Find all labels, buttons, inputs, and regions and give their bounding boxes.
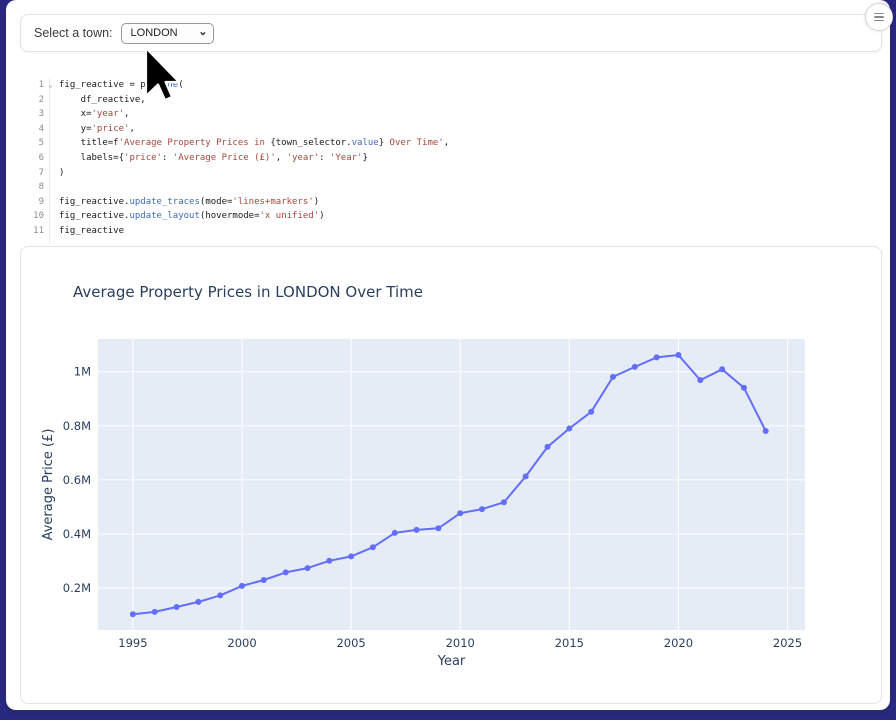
data-point-marker[interactable] <box>261 577 267 583</box>
code-line[interactable]: y='price', <box>59 122 449 137</box>
data-point-marker[interactable] <box>130 611 136 617</box>
chart-output-cell: 1995 2000 2005 2010 2015 2020 2025 0.2M 0.4M 0.6M… <box>20 246 882 704</box>
x-tick-label: 2025 <box>773 636 802 650</box>
code-line[interactable]: df_reactive, <box>59 93 449 108</box>
x-tick-label: 2010 <box>446 636 475 650</box>
data-point-marker[interactable] <box>545 444 551 450</box>
y-tick-label: 0.6M <box>63 473 91 487</box>
data-point-marker[interactable] <box>152 609 158 615</box>
data-point-marker[interactable] <box>195 599 201 605</box>
data-point-marker[interactable] <box>217 592 223 598</box>
data-point-marker[interactable] <box>174 604 180 610</box>
x-axis-title: Year <box>437 654 466 669</box>
x-tick-label: 1995 <box>118 636 147 650</box>
code-line[interactable]: fig_reactive.update_traces(mode='lines+m… <box>59 195 449 210</box>
y-tick-label: 1M <box>74 365 91 379</box>
data-point-marker[interactable] <box>479 506 485 512</box>
data-point-marker[interactable] <box>414 527 420 533</box>
data-point-marker[interactable] <box>741 385 747 391</box>
data-point-marker[interactable] <box>523 473 529 479</box>
chart-canvas[interactable]: 1995 2000 2005 2010 2015 2020 2025 0.2M 0.4M 0.6M… <box>21 247 881 703</box>
town-select-wrapper: LONDON ⌄ <box>121 23 214 44</box>
data-point-marker[interactable] <box>763 428 769 434</box>
data-point-marker[interactable] <box>392 530 398 536</box>
data-point-marker[interactable] <box>719 366 725 372</box>
data-point-marker[interactable] <box>283 569 289 575</box>
data-point-marker[interactable] <box>697 377 703 383</box>
line-number-gutter: 1⌄234567891011 <box>20 78 50 244</box>
data-point-marker[interactable] <box>675 352 681 358</box>
menu-button[interactable] <box>865 3 893 31</box>
x-tick-label: 2020 <box>664 636 693 650</box>
code-line[interactable]: fig_reactive.update_layout(hovermode='x … <box>59 209 449 224</box>
data-point-marker[interactable] <box>326 558 332 564</box>
data-point-marker[interactable] <box>501 499 507 505</box>
data-point-marker[interactable] <box>588 409 594 415</box>
app-viewport: { "selector_cell": { "label": "Select a … <box>0 0 896 720</box>
town-selector-label: Select a town: <box>34 26 113 40</box>
town-select[interactable]: LONDON <box>121 23 214 44</box>
data-point-marker[interactable] <box>370 544 376 550</box>
data-point-marker[interactable] <box>435 525 441 531</box>
hamburger-icon <box>874 13 884 15</box>
x-tick-label: 2005 <box>336 636 365 650</box>
x-tick-label: 2015 <box>555 636 584 650</box>
data-point-marker[interactable] <box>305 565 311 571</box>
fold-chevron-icon[interactable]: ⌄ <box>48 78 53 93</box>
code-line[interactable]: fig_reactive <box>59 224 449 239</box>
data-point-marker[interactable] <box>610 374 616 380</box>
code-line[interactable]: x='year', <box>59 107 449 122</box>
y-tick-label: 0.4M <box>63 527 91 541</box>
mouse-cursor <box>144 46 184 108</box>
y-axis-title: Average Price (£) <box>41 429 56 541</box>
code-lines: fig_reactive = px.line( df_reactive, x='… <box>50 78 449 244</box>
code-line[interactable]: ) <box>59 166 449 181</box>
x-tick-label: 2000 <box>227 636 256 650</box>
data-point-marker[interactable] <box>239 583 245 589</box>
data-point-marker[interactable] <box>457 510 463 516</box>
chart-title: Average Property Prices in LONDON Over T… <box>73 283 423 301</box>
y-tick-label: 0.2M <box>63 581 91 595</box>
y-tick-label: 0.8M <box>63 419 91 433</box>
data-point-marker[interactable] <box>632 364 638 370</box>
code-line[interactable]: fig_reactive = px.line( <box>59 78 449 93</box>
code-line[interactable]: labels={'price': 'Average Price (£)', 'y… <box>59 151 449 166</box>
code-line[interactable]: title=f'Average Property Prices in {town… <box>59 136 449 151</box>
data-point-marker[interactable] <box>566 426 572 432</box>
notebook-sheet: Select a town: LONDON ⌄ 1⌄234567891011 f… <box>6 0 890 710</box>
data-point-marker[interactable] <box>348 553 354 559</box>
code-line[interactable] <box>59 180 449 195</box>
data-point-marker[interactable] <box>654 354 660 360</box>
